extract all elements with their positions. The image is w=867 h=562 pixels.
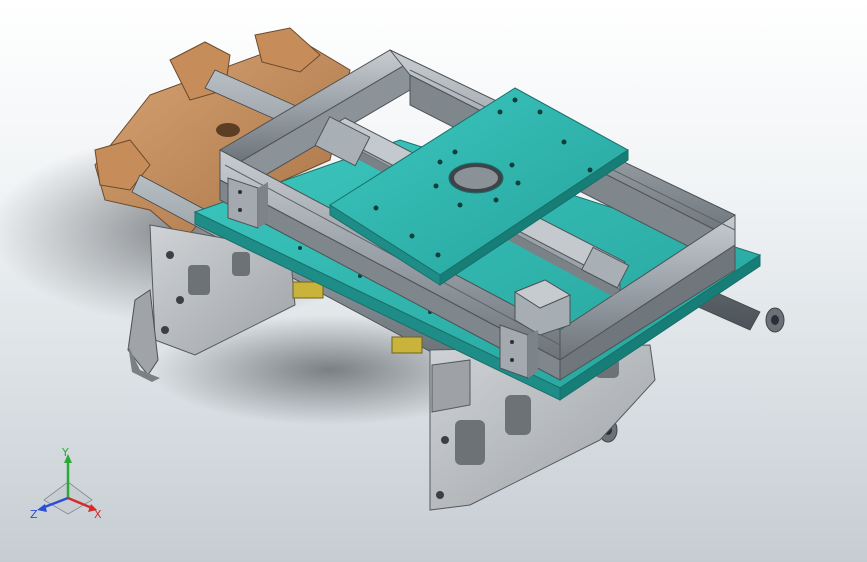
3d-model-viewport[interactable]: Y X Z xyxy=(0,0,867,562)
linear-bearing-right[interactable] xyxy=(391,336,423,354)
x-axis-label: X xyxy=(94,508,102,521)
corner-bracket-right[interactable] xyxy=(499,324,538,379)
coordinate-triad: Y X Z xyxy=(30,448,102,521)
cad-assembly-model[interactable] xyxy=(0,0,867,562)
z-axis-arrowhead xyxy=(37,504,47,512)
y-axis-label: Y xyxy=(61,448,69,459)
linear-bearing-left[interactable] xyxy=(292,281,324,299)
z-axis-label: Z xyxy=(30,508,38,521)
